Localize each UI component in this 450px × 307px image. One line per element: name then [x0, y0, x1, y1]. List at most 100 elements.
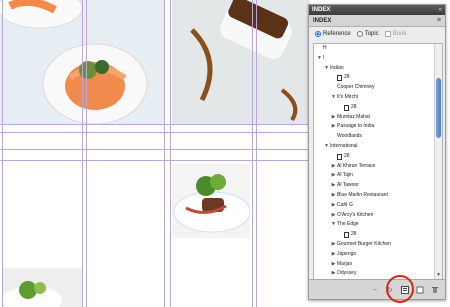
sushi-photo-right: [172, 0, 310, 124]
index-entry-list: H ▼ I ▼ Indian 28 Cooper Chimney ▼ It's Mirchi 28…: [313, 43, 443, 281]
index-entry-row[interactable]: ▼ It's Mirchi: [314, 93, 434, 103]
index-entry-row[interactable]: ▶ Al Khiran Terrace: [314, 162, 434, 172]
index-entry-label: Odyssey: [337, 270, 357, 277]
index-entry-label: Al Tajin: [337, 172, 354, 179]
index-entry-label: H: [323, 45, 327, 51]
index-entry-label: Japengo: [337, 250, 357, 257]
index-entry-row[interactable]: ▶ Mumtaz Mahal: [314, 113, 434, 123]
column-guide: [82, 0, 83, 307]
index-entry-row[interactable]: ▶ Marjan: [314, 260, 434, 270]
index-entry-row[interactable]: H: [314, 44, 434, 54]
expanded-triangle-icon[interactable]: ▼: [330, 93, 337, 103]
column-guide: [86, 0, 87, 307]
expanded-triangle-icon[interactable]: ▼: [323, 142, 330, 152]
index-entry-row[interactable]: 28: [314, 230, 434, 240]
index-entry-label: The Edge: [337, 221, 359, 228]
index-entry-label: Marjan: [337, 260, 353, 267]
collapse-icon[interactable]: «: [439, 7, 442, 13]
radio-reference[interactable]: Reference: [315, 31, 351, 37]
index-entry-row[interactable]: ▶ Al Tawoor: [314, 181, 434, 191]
column-guide: [252, 0, 253, 307]
collapsed-triangle-icon[interactable]: ▶: [330, 181, 337, 191]
page-reference-icon: [344, 232, 349, 239]
index-mode-radios: Reference Topic Book: [309, 27, 445, 41]
index-entry-row[interactable]: 28: [314, 152, 434, 162]
collapsed-triangle-icon[interactable]: ▶: [330, 211, 337, 221]
index-entry-row[interactable]: ▶ Gourmet Burger Kitchen: [314, 240, 434, 250]
collapsed-triangle-icon[interactable]: ▶: [330, 162, 337, 172]
expanded-triangle-icon[interactable]: ▼: [330, 220, 337, 230]
collapsed-triangle-icon[interactable]: ▶: [330, 191, 337, 201]
radio-topic-label: Topic: [364, 31, 379, 37]
index-entry-label: 28: [351, 103, 357, 110]
index-entry-row[interactable]: ▶ Japengo: [314, 250, 434, 260]
collapsed-triangle-icon[interactable]: ▶: [330, 171, 337, 181]
entry-rows: H ▼ I ▼ Indian 28 Cooper Chimney ▼ It's Mirchi 28…: [314, 44, 434, 280]
index-entry-row[interactable]: ▼ The Edge: [314, 220, 434, 230]
radio-reference-indicator[interactable]: [315, 31, 321, 37]
collapsed-triangle-icon[interactable]: ▶: [330, 250, 337, 260]
index-panel: INDEX « INDEX ≡ Reference Topic Book H ▼ I…: [308, 4, 446, 300]
index-entry-row[interactable]: ▶ Blue Marlin Restaurant: [314, 191, 434, 201]
column-guide: [2, 0, 3, 307]
new-entry-icon[interactable]: [415, 285, 424, 294]
index-entry-row[interactable]: ▶ Passage to India: [314, 122, 434, 132]
page-reference-icon: [337, 153, 342, 160]
column-guide: [164, 0, 165, 307]
panel-menu-icon[interactable]: ≡: [437, 17, 441, 24]
index-entry-row[interactable]: ▶ Café G: [314, 201, 434, 211]
checkbox-book-indicator: [384, 31, 391, 37]
index-entry-label: 28: [351, 231, 357, 238]
salad-photo-bottom: [2, 268, 82, 307]
index-entry-row[interactable]: ▶ O'Arcy's Kitchen: [314, 211, 434, 221]
tab-index-label: INDEX: [313, 17, 332, 24]
delete-icon[interactable]: [430, 285, 439, 294]
vertical-scrollbar[interactable]: ▼: [434, 44, 442, 280]
index-entry-label: 28: [344, 152, 350, 159]
index-entry-row[interactable]: ▼ I: [314, 54, 434, 64]
row-guide: [0, 160, 310, 161]
index-entry-label: Indian: [330, 64, 344, 71]
column-guide: [256, 0, 257, 307]
scroll-down-icon[interactable]: ▼: [436, 272, 441, 278]
collapsed-triangle-icon[interactable]: ▶: [330, 269, 337, 279]
radio-reference-label: Reference: [323, 31, 351, 37]
expanded-triangle-icon[interactable]: ▼: [323, 64, 330, 74]
collapsed-triangle-icon[interactable]: ▶: [330, 122, 337, 132]
row-guide: [0, 124, 310, 125]
index-entry-label: It's Mirchi: [337, 93, 358, 100]
index-entry-label: I: [323, 54, 325, 61]
index-entry-label: O'Arcy's Kitchen: [337, 211, 374, 218]
radio-topic[interactable]: Topic: [356, 31, 379, 37]
scrollbar-thumb[interactable]: [436, 78, 441, 138]
collapsed-triangle-icon[interactable]: ▶: [330, 260, 337, 270]
index-entry-row[interactable]: ▶ Odyssey: [314, 269, 434, 279]
radio-topic-indicator[interactable]: [356, 31, 363, 37]
go-to-selected-icon[interactable]: →: [370, 285, 379, 294]
index-entry-label: Mumtaz Mahal: [337, 113, 370, 120]
index-entry-row[interactable]: Woodlands: [314, 132, 434, 142]
collapsed-triangle-icon[interactable]: ▶: [330, 201, 337, 211]
index-entry-label: Gourmet Burger Kitchen: [337, 240, 391, 247]
index-entry-label: Blue Marlin Restaurant: [337, 191, 388, 198]
collapsed-triangle-icon[interactable]: ▶: [330, 113, 337, 123]
index-entry-label: Cooper Chimney: [337, 84, 375, 91]
checkbox-book-label: Book: [392, 31, 407, 37]
index-entry-label: 28: [344, 74, 350, 81]
index-entry-label: International: [330, 142, 358, 149]
index-entry-label: Al Tawoor: [337, 182, 359, 189]
expanded-triangle-icon[interactable]: ▼: [316, 54, 323, 64]
panel-titlebar[interactable]: INDEX «: [309, 5, 445, 15]
index-entry-row[interactable]: ▶ Al Tajin: [314, 171, 434, 181]
page-reference-icon: [337, 75, 342, 82]
tab-index[interactable]: INDEX ≡: [309, 15, 445, 27]
column-guide: [170, 0, 171, 307]
index-entry-row[interactable]: ▼ International: [314, 142, 434, 152]
highlight-circle: [386, 275, 414, 303]
row-guide: [0, 149, 310, 150]
index-entry-row[interactable]: 28: [314, 73, 434, 83]
index-entry-row[interactable]: ▼ Indian: [314, 64, 434, 74]
collapsed-triangle-icon[interactable]: ▶: [330, 240, 337, 250]
index-entry-row[interactable]: Cooper Chimney: [314, 83, 434, 93]
index-entry-row[interactable]: 28: [314, 103, 434, 113]
